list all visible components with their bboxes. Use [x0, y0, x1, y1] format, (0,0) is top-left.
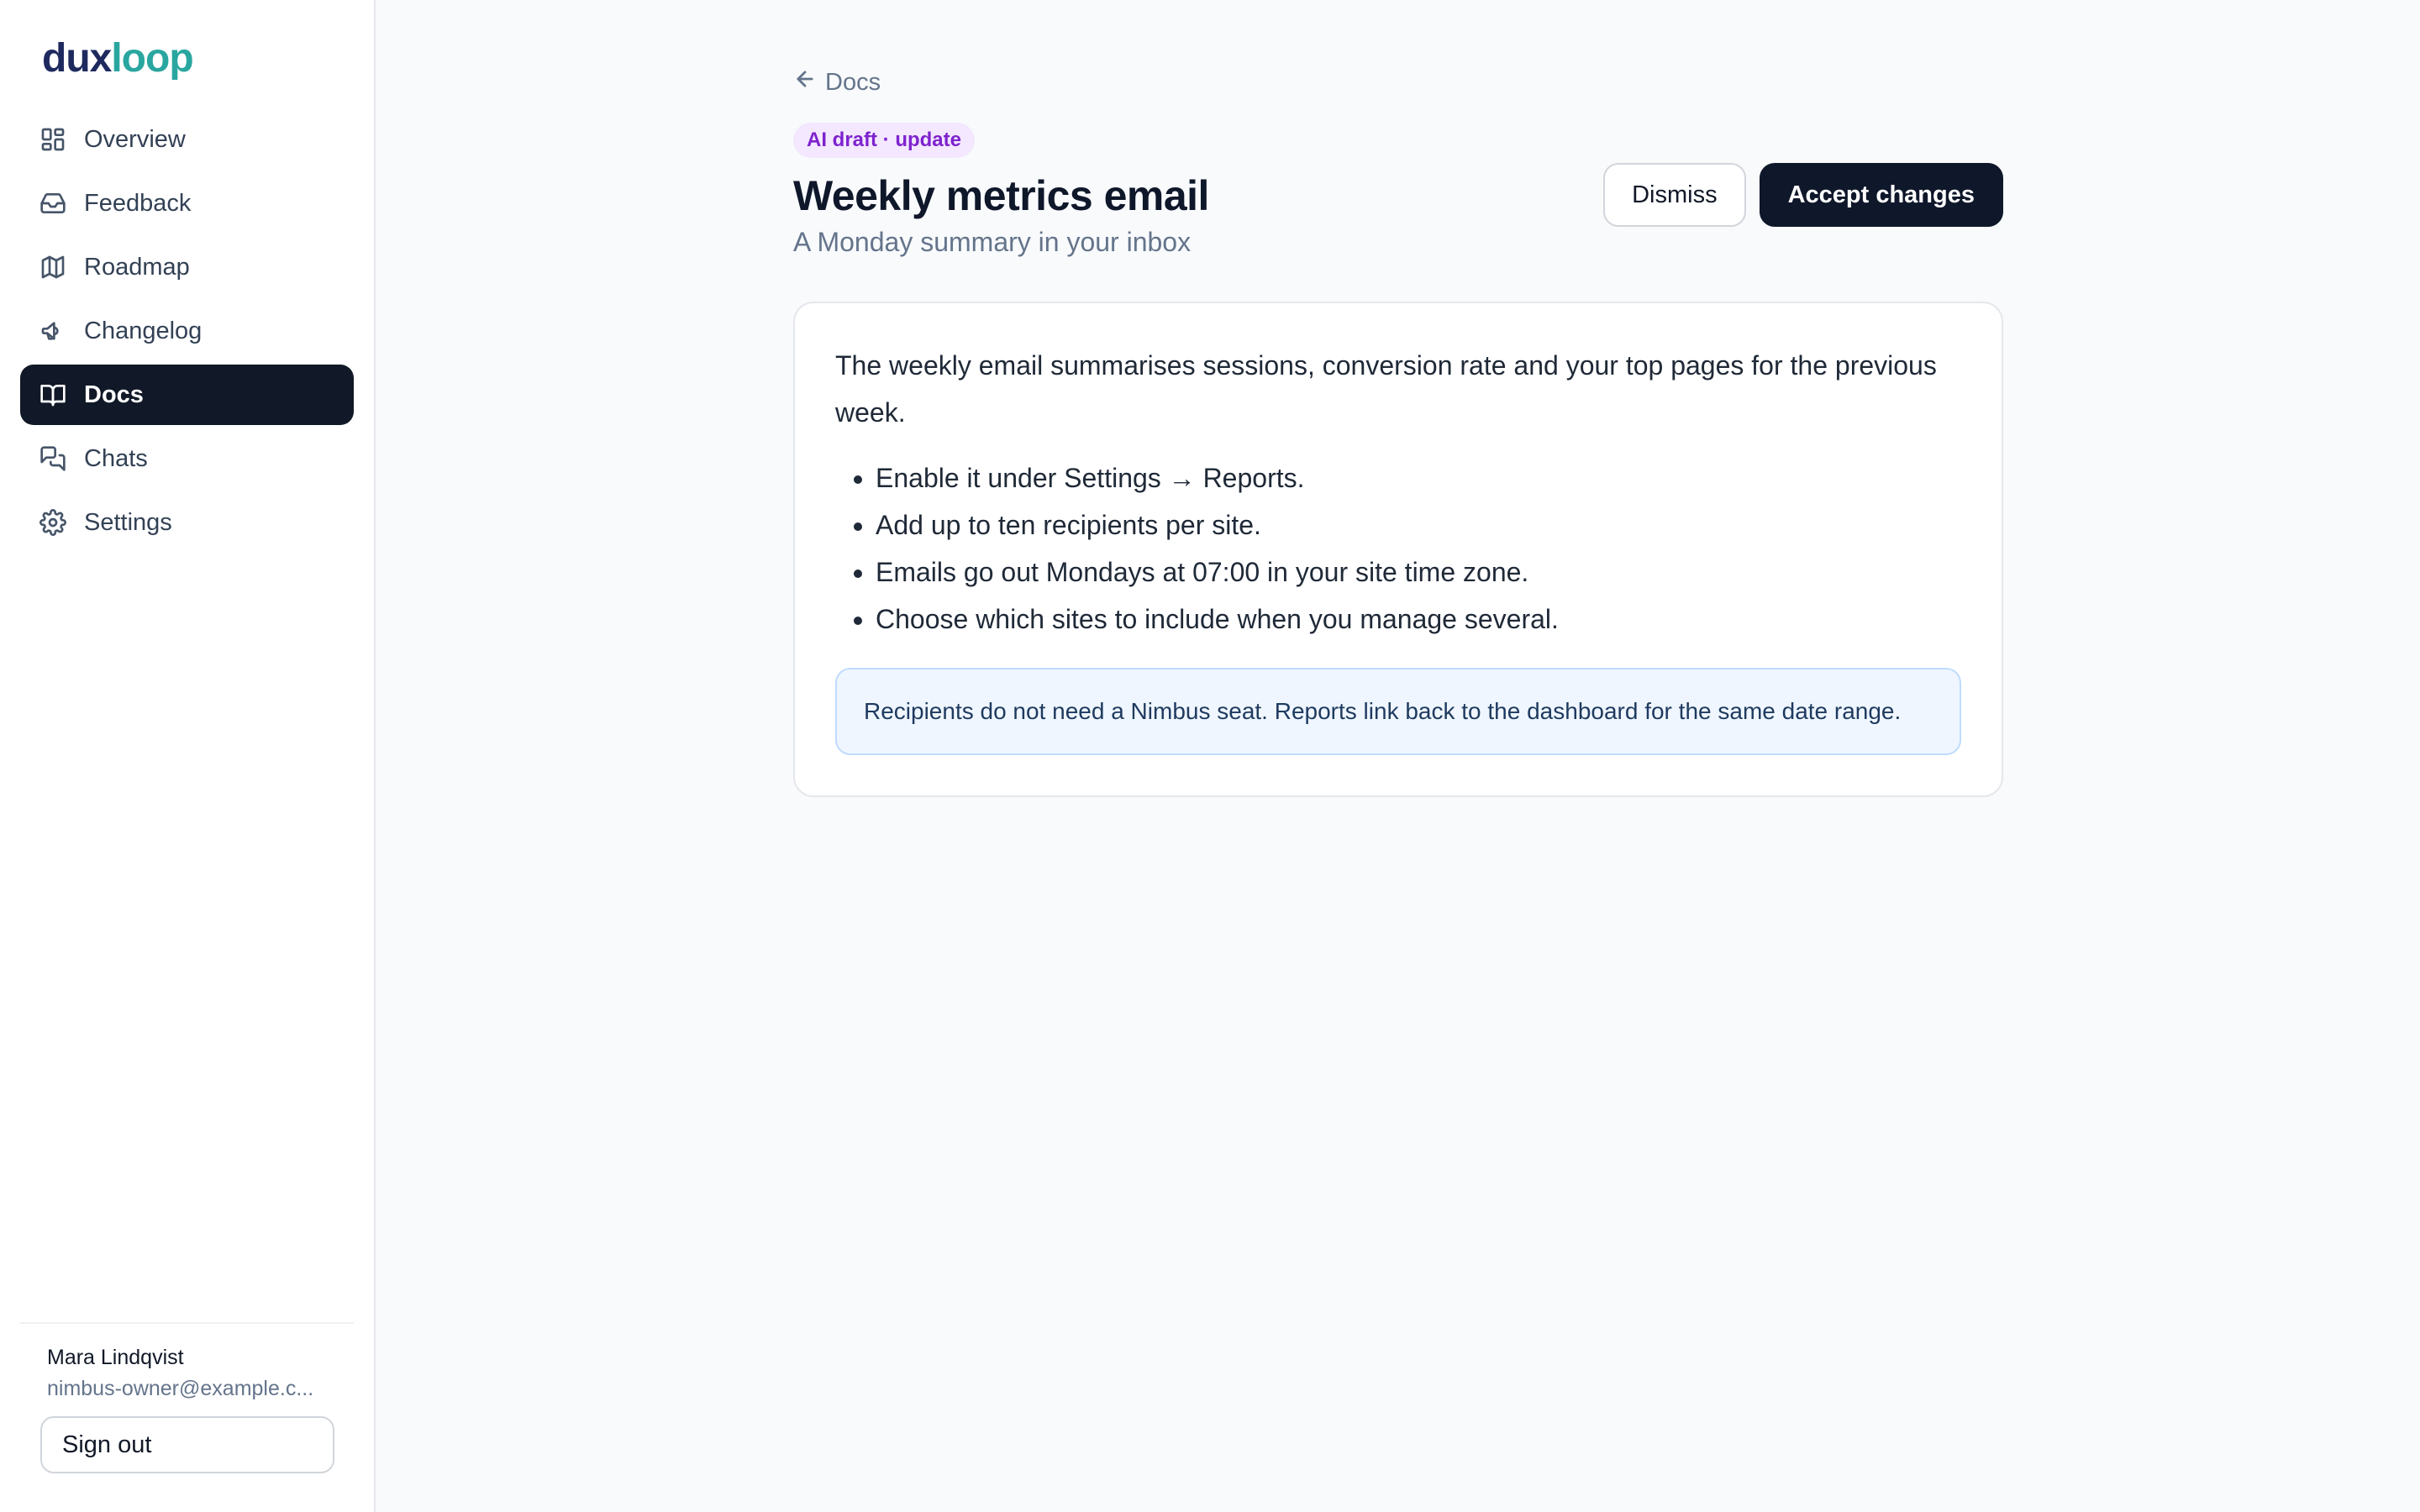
- brand-logo-part2: loop: [111, 36, 193, 81]
- ai-draft-badge: AI draft · update: [793, 123, 975, 158]
- back-link[interactable]: Docs: [793, 67, 881, 97]
- sidebar-item-label: Overview: [84, 125, 186, 153]
- sign-out-button[interactable]: Sign out: [40, 1416, 334, 1473]
- info-note: Recipients do not need a Nimbus seat. Re…: [835, 668, 1961, 755]
- user-email: nimbus-owner@example.c...: [47, 1377, 314, 1400]
- doc-card: The weekly email summarises sessions, co…: [793, 302, 2003, 797]
- user-name: Mara Lindqvist: [47, 1346, 184, 1369]
- doc-bullet-list: Enable it under Settings → Reports. Add …: [835, 454, 1961, 643]
- page-subtitle: A Monday summary in your inbox: [793, 227, 1192, 257]
- sidebar-item-settings[interactable]: Settings: [20, 492, 354, 553]
- action-buttons: Dismiss Accept changes: [1603, 163, 2003, 227]
- sidebar-item-label: Roadmap: [84, 253, 190, 281]
- list-item: Enable it under Settings → Reports.: [876, 454, 1961, 501]
- sidebar-item-docs[interactable]: Docs: [20, 365, 354, 425]
- list-item: Emails go out Mondays at 07:00 in your s…: [876, 549, 1961, 596]
- brand-logo-part1: dux: [42, 36, 112, 81]
- brand-logo[interactable]: duxloop: [42, 35, 354, 82]
- sidebar-item-roadmap[interactable]: Roadmap: [20, 237, 354, 297]
- title-row: Weekly metrics email A Monday summary in…: [793, 163, 2003, 258]
- app-root: duxloop Overview Feedback Roadmap Change…: [0, 0, 2420, 1512]
- sidebar-nav: Overview Feedback Roadmap Changelog Docs…: [20, 109, 354, 553]
- main-area: Docs AI draft · update Weekly metrics em…: [376, 0, 2420, 1512]
- book-icon: [39, 381, 67, 409]
- accept-changes-button[interactable]: Accept changes: [1759, 163, 2003, 227]
- doc-content: Docs AI draft · update Weekly metrics em…: [793, 67, 2003, 797]
- grid-icon: [39, 125, 67, 154]
- sidebar-item-changelog[interactable]: Changelog: [20, 301, 354, 361]
- chat-icon: [39, 444, 67, 473]
- arrow-left-icon: [793, 67, 817, 97]
- megaphone-icon: [39, 317, 67, 345]
- sidebar-item-label: Settings: [84, 508, 172, 536]
- list-item: Add up to ten recipients per site.: [876, 501, 1961, 549]
- page-title: Weekly metrics email: [793, 172, 1209, 219]
- sidebar-item-label: Feedback: [84, 189, 192, 217]
- gear-icon: [39, 508, 67, 537]
- sidebar-item-feedback[interactable]: Feedback: [20, 173, 354, 234]
- sidebar-item-overview[interactable]: Overview: [20, 109, 354, 170]
- sidebar-item-label: Docs: [84, 381, 144, 408]
- inbox-icon: [39, 189, 67, 218]
- sidebar-item-chats[interactable]: Chats: [20, 428, 354, 489]
- sidebar: duxloop Overview Feedback Roadmap Change…: [0, 0, 376, 1512]
- title-block: Weekly metrics email A Monday summary in…: [793, 170, 1209, 258]
- list-item: Choose which sites to include when you m…: [876, 596, 1961, 643]
- dismiss-button[interactable]: Dismiss: [1603, 163, 1746, 227]
- sidebar-footer: Mara Lindqvist nimbus-owner@example.c...…: [20, 1322, 354, 1473]
- map-icon: [39, 253, 67, 281]
- back-link-label: Docs: [825, 68, 881, 96]
- sidebar-item-label: Changelog: [84, 317, 203, 344]
- sidebar-item-label: Chats: [84, 444, 148, 472]
- doc-intro: The weekly email summarises sessions, co…: [835, 350, 1937, 428]
